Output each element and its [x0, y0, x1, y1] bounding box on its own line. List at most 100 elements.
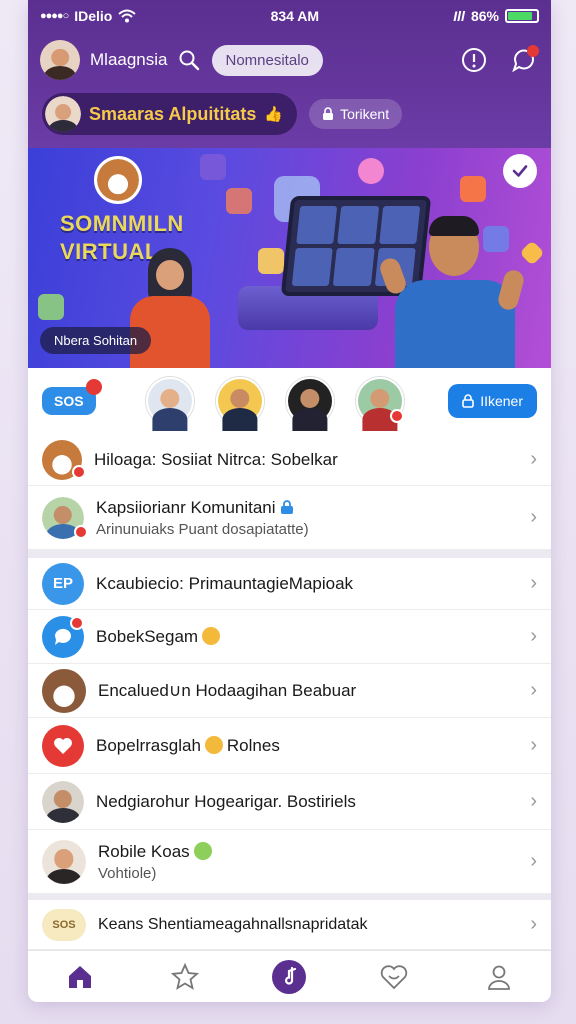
community-selector[interactable]: Smaaras Alpuititats 👍 — [42, 93, 298, 135]
list-item-title: Encalued∪n Hodaagihan Beabuar — [98, 680, 357, 700]
status-bar: ●●●●○ IDelio 834 AM Ill 86% — [28, 0, 551, 32]
community-name: Smaaras Alpuititats — [89, 103, 257, 124]
chevron-right-icon: › — [530, 506, 537, 528]
emoji-icon — [204, 735, 223, 754]
mascot-avatar — [94, 156, 142, 204]
person-icon — [42, 839, 86, 884]
chevron-right-icon: › — [530, 572, 537, 594]
section-divider — [28, 550, 551, 558]
sos-icon: SOS — [42, 908, 86, 941]
bottom-tab-bar — [28, 950, 551, 1002]
hero-banner[interactable]: SOMNMILN VIRTUAL Nbera Sohitan — [28, 148, 551, 368]
tab-favorites[interactable] — [165, 957, 205, 997]
chevron-right-icon: › — [530, 790, 537, 812]
ep-icon: EP — [42, 562, 84, 605]
tab-profile[interactable] — [479, 957, 519, 997]
floating-tile-icon — [460, 176, 486, 202]
list-item-title: BobekSegam — [96, 626, 522, 647]
community-avatar — [45, 96, 81, 132]
clock: 834 AM — [270, 8, 320, 24]
chevron-right-icon: › — [530, 913, 537, 935]
list-item-subtitle: Vohtiole) — [98, 864, 157, 882]
cell-signal-text: Ill — [453, 8, 465, 24]
list-item-title: Nedgiarohur Hogearigar. Bostiriels — [96, 791, 356, 811]
home-icon — [69, 965, 92, 988]
ticket-label: Torikent — [340, 106, 390, 122]
badge-dot — [70, 616, 84, 630]
heart-outline-icon — [380, 964, 408, 989]
battery-icon — [504, 9, 539, 23]
list-item-title: Robile Koas — [98, 841, 522, 862]
info-button[interactable] — [459, 45, 489, 75]
search-icon[interactable] — [178, 49, 200, 71]
chevron-right-icon: › — [530, 679, 537, 701]
verified-check-badge[interactable] — [503, 154, 537, 188]
dog-icon — [42, 668, 86, 713]
notification-dot — [527, 45, 539, 57]
star-icon — [170, 962, 200, 990]
search-pill[interactable]: Nomnesitalo — [211, 44, 323, 76]
user-icon — [487, 965, 510, 990]
heart-icon — [42, 724, 84, 767]
thumbs-up-icon: 👍 — [264, 106, 284, 123]
chevron-right-icon: › — [530, 448, 537, 470]
chevron-right-icon: › — [530, 734, 537, 756]
badge-dot — [74, 525, 88, 539]
chevron-right-icon: › — [530, 850, 537, 872]
story-avatar[interactable] — [285, 377, 334, 425]
user-name[interactable]: Mlaagnsia — [90, 50, 168, 70]
phone-frame: ●●●●○ IDelio 834 AM Ill 86% Mlaagnsia No… — [28, 0, 551, 1002]
list-item[interactable]: SOS Keans Shentiameagahnallsnapridatak › — [28, 900, 551, 950]
story-avatar[interactable] — [215, 377, 264, 425]
tab-likes[interactable] — [374, 957, 414, 997]
man-figure — [377, 216, 533, 368]
lock-icon — [462, 394, 474, 408]
carrier-name: IDelio — [74, 8, 113, 24]
list-item[interactable]: Robile Koas Vohtiole) › — [28, 830, 551, 894]
chevron-right-icon: › — [530, 625, 537, 647]
alert-circle-icon — [462, 48, 486, 72]
tab-home[interactable] — [60, 957, 100, 997]
badge-dot — [72, 465, 86, 479]
list-item[interactable]: Bopelrrasglah Rolnes › — [28, 718, 551, 774]
list-item-title: Bopelrrasglah Rolnes — [96, 735, 280, 755]
music-note-icon — [272, 959, 307, 994]
floating-tile-icon — [226, 188, 252, 214]
stories-row: SOS IIkener — [28, 368, 551, 434]
wifi-icon — [118, 9, 137, 23]
follow-button[interactable]: IIkener — [448, 384, 537, 418]
list-item[interactable]: Kapsiiorianr Komunitani Arinunuiaks Puan… — [28, 486, 551, 550]
list-item[interactable]: Encalued∪n Hodaagihan Beabuar › — [28, 664, 551, 718]
list-item[interactable]: BobekSegam › — [28, 610, 551, 664]
story-avatar[interactable] — [145, 377, 194, 425]
person-icon — [42, 780, 84, 823]
floating-bubble-icon — [358, 158, 384, 184]
story-avatar[interactable] — [355, 377, 404, 425]
community-row: Smaaras Alpuititats 👍 Torikent — [28, 88, 551, 140]
messages-button[interactable] — [509, 45, 539, 75]
list-item[interactable]: Nedgiarohur Hogearigar. Bostiriels › — [28, 774, 551, 830]
badge-dot — [85, 379, 102, 395]
check-icon — [512, 165, 528, 177]
floating-star-icon — [258, 248, 284, 274]
lock-icon — [281, 499, 294, 514]
smiley-emoji-icon — [202, 626, 221, 645]
app-header: ●●●●○ IDelio 834 AM Ill 86% Mlaagnsia No… — [28, 0, 551, 148]
list-item-title: Kapsiiorianr Komunitani — [96, 498, 522, 518]
emoji-icon — [193, 841, 212, 860]
battery-percent: 86% — [470, 8, 499, 24]
profile-avatar[interactable] — [40, 40, 80, 80]
floating-tile-icon — [38, 294, 64, 320]
floating-tile-icon — [200, 154, 226, 180]
list-item[interactable]: Hiloaga: Sosiiat Nitrca: Sobelkar › — [28, 434, 551, 486]
lock-icon — [323, 107, 334, 120]
tab-music[interactable] — [269, 957, 309, 997]
list-item-title: Hiloaga: Sosiiat Nitrca: Sobelkar — [94, 449, 338, 469]
signal-dots-icon: ●●●●○ — [40, 10, 69, 22]
list-item-title: Keans Shentiameagahnallsnapridatak — [98, 915, 368, 933]
list-item[interactable]: EP Kcaubiecio: PrimauntagieMapioak › — [28, 558, 551, 610]
list-item-title: Kcaubiecio: PrimauntagieMapioak — [96, 573, 354, 593]
ticket-button[interactable]: Torikent — [309, 99, 403, 129]
badge-dot — [389, 409, 404, 423]
sos-chip[interactable]: SOS — [42, 379, 102, 415]
